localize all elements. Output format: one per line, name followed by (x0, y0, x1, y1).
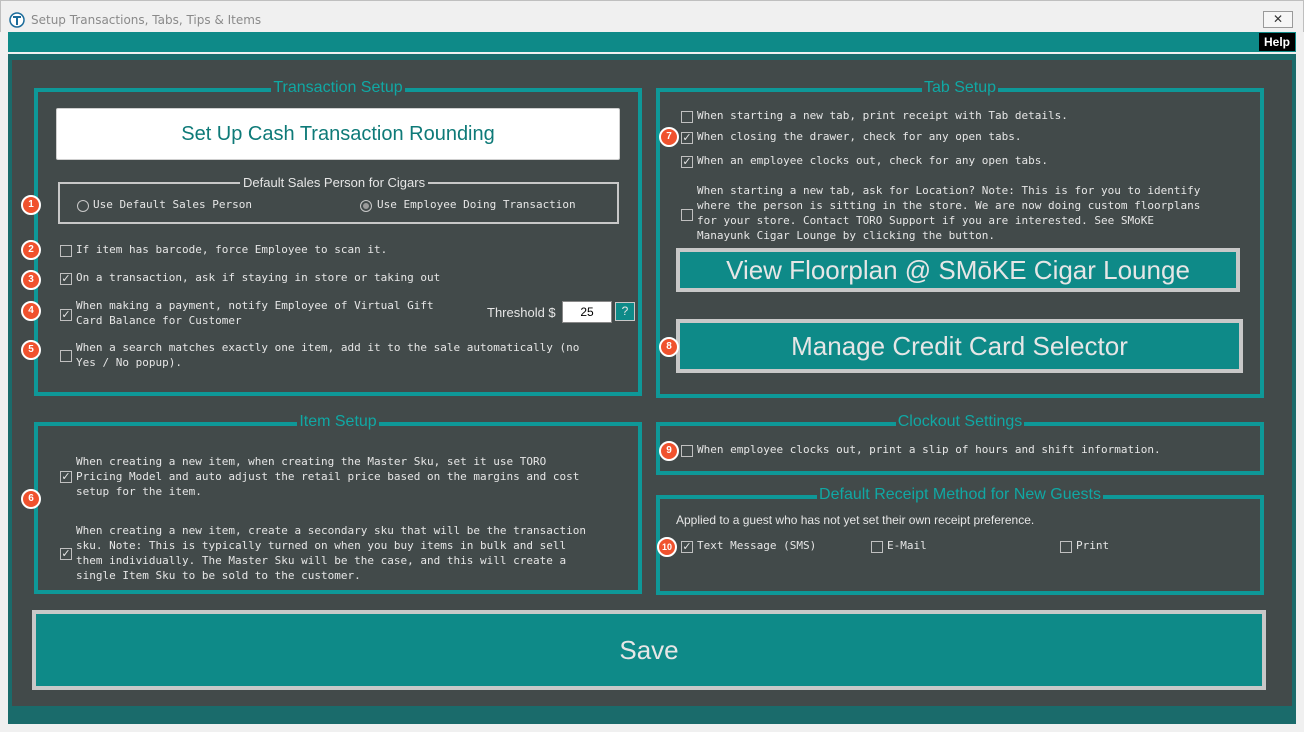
annotation-badge-7: 7 (659, 127, 679, 147)
clock-out-tabs-checkbox[interactable]: ✓ (681, 156, 693, 168)
closing-drawer-checkbox[interactable]: ✓ (681, 132, 693, 144)
sales-person-group-title: Default Sales Person for Cigars (240, 175, 429, 190)
clock-out-tabs-label: When an employee clocks out, check for a… (697, 154, 1048, 167)
radio-default-label: Use Default Sales Person (93, 198, 252, 211)
item-setup-title: Item Setup (297, 413, 379, 430)
sms-label: Text Message (SMS) (697, 539, 817, 552)
master-sku-line2: Pricing Model and auto adjust the retail… (76, 470, 580, 483)
barcode-label: If item has barcode, force Employee to s… (76, 243, 388, 256)
window-title: Setup Transactions, Tabs, Tips & Items (31, 13, 262, 27)
print-checkbox[interactable] (1060, 541, 1072, 553)
annotation-badge-8: 8 (659, 337, 679, 357)
window-titlebar: Setup Transactions, Tabs, Tips & Items ✕ (0, 0, 1304, 32)
master-sku-line1: When creating a new item, when creating … (76, 455, 547, 468)
email-checkbox[interactable] (871, 541, 883, 553)
ask-location-line3: for your store. Contact TORO Support if … (697, 214, 1154, 227)
radio-default-sales-person[interactable] (77, 200, 89, 212)
clockout-slip-checkbox[interactable] (681, 445, 693, 457)
receipt-method-title: Default Receipt Method for New Guests (817, 486, 1103, 503)
annotation-badge-5: 5 (21, 340, 41, 360)
secondary-sku-checkbox[interactable]: ✓ (60, 548, 72, 560)
search-auto-add-checkbox[interactable] (60, 350, 72, 362)
giftcard-checkbox[interactable]: ✓ (60, 309, 72, 321)
transaction-setup-title: Transaction Setup (271, 79, 405, 96)
print-tab-receipt-label: When starting a new tab, print receipt w… (697, 109, 1068, 122)
giftcard-label-line1: When making a payment, notify Employee o… (76, 299, 434, 312)
stay-checkbox[interactable]: ✓ (60, 273, 72, 285)
annotation-badge-4: 4 (21, 301, 41, 321)
annotation-badge-3: 3 (21, 270, 41, 290)
radio-employee-label: Use Employee Doing Transaction (377, 198, 576, 211)
print-label: Print (1076, 539, 1110, 552)
secondary-sku-line2: sku. Note: This is typically turned on w… (76, 539, 567, 552)
sms-checkbox[interactable]: ✓ (681, 541, 693, 553)
giftcard-label-line2: Card Balance for Customer (76, 314, 242, 327)
master-sku-line3: setup for the item. (76, 485, 202, 498)
save-button[interactable]: Save (32, 610, 1266, 690)
secondary-sku-line1: When creating a new item, create a secon… (76, 524, 586, 537)
barcode-checkbox[interactable] (60, 245, 72, 257)
secondary-sku-line3: them individually. The Master Sku will b… (76, 554, 567, 567)
ask-location-line2: where the person is sitting in the store… (697, 199, 1201, 212)
cash-rounding-button[interactable]: Set Up Cash Transaction Rounding (56, 108, 620, 160)
clockout-settings-title: Clockout Settings (895, 413, 1025, 430)
stay-label: On a transaction, ask if staying in stor… (76, 271, 441, 284)
print-tab-receipt-checkbox[interactable] (681, 111, 693, 123)
ask-location-checkbox[interactable] (681, 209, 693, 221)
search-label-line2: Yes / No popup). (76, 356, 182, 369)
annotation-badge-9: 9 (659, 441, 679, 461)
threshold-help-button[interactable]: ? (615, 302, 635, 321)
closing-drawer-label: When closing the drawer, check for any o… (697, 130, 1022, 143)
close-button[interactable]: ✕ (1263, 11, 1293, 28)
email-label: E-Mail (887, 539, 927, 552)
manage-credit-card-button[interactable]: Manage Credit Card Selector (676, 319, 1243, 373)
search-label-line1: When a search matches exactly one item, … (76, 341, 580, 354)
clockout-slip-label: When employee clocks out, print a slip o… (697, 443, 1161, 456)
header-bar (8, 32, 1296, 52)
secondary-sku-line4: single Item Sku to be sold to the custom… (76, 569, 361, 582)
master-sku-checkbox[interactable]: ✓ (60, 471, 72, 483)
annotation-badge-6: 6 (21, 489, 41, 509)
annotation-badge-10: 10 (657, 537, 677, 557)
threshold-input[interactable]: 25 (562, 301, 612, 323)
ask-location-line4: Manayunk Cigar Lounge by clicking the bu… (697, 229, 996, 242)
app-logo-icon (9, 12, 25, 28)
annotation-badge-1: 1 (21, 195, 41, 215)
receipt-method-description: Applied to a guest who has not yet set t… (676, 513, 1035, 527)
help-button[interactable]: Help (1259, 33, 1295, 51)
view-floorplan-button[interactable]: View Floorplan @ SMōKE Cigar Lounge (676, 248, 1240, 292)
annotation-badge-2: 2 (21, 240, 41, 260)
threshold-label: Threshold $ (487, 305, 556, 320)
ask-location-line1: When starting a new tab, ask for Locatio… (697, 184, 1201, 197)
radio-employee-transaction[interactable] (360, 200, 372, 212)
tab-setup-title: Tab Setup (921, 79, 999, 96)
